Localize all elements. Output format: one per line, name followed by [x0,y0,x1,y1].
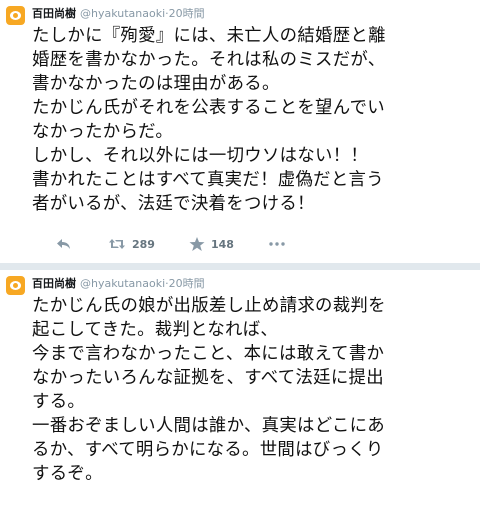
favorite-count: 148 [210,237,234,251]
tweet-divider [0,263,480,270]
retweet-icon[interactable] [108,236,126,252]
tweet-text: たしかに『殉愛』には、未亡人の結婚歴と離 婚歴を書かなかった。それは私のミスだが… [32,26,386,214]
tweet-header: 百田尚樹 @hyakutanaoki·20時間 [32,276,205,292]
egg-center [13,13,18,18]
tweet-timestamp[interactable]: 20時間 [169,7,205,20]
egg-center [13,283,18,288]
author-name[interactable]: 百田尚樹 [32,277,76,290]
tweet-1[interactable]: 百田尚樹 @hyakutanaoki·20時間 たしかに『殉愛』には、未亡人の結婚… [0,0,480,263]
star-icon[interactable] [189,236,205,252]
tweet-text: たかじん氏の娘が出版差し止め請求の裁判を 起こしてきた。裁判となれば、 今まで言… [32,296,386,484]
tweet-timestamp[interactable]: 20時間 [169,277,205,290]
reply-icon[interactable] [56,236,72,252]
retweet-count: 289 [132,237,155,251]
tweet-2[interactable]: 百田尚樹 @hyakutanaoki·20時間 たかじん氏の娘が出版差し止め請求の… [0,270,480,513]
more-icon[interactable] [268,236,286,252]
author-handle[interactable]: @hyakutanaoki [80,277,165,290]
avatar-egg-icon[interactable] [6,276,25,295]
avatar-egg-icon[interactable] [6,6,25,25]
tweet-actions: 289 148 [56,236,286,256]
author-handle[interactable]: @hyakutanaoki [80,7,165,20]
tweet-header: 百田尚樹 @hyakutanaoki·20時間 [32,6,205,22]
author-name[interactable]: 百田尚樹 [32,7,76,20]
